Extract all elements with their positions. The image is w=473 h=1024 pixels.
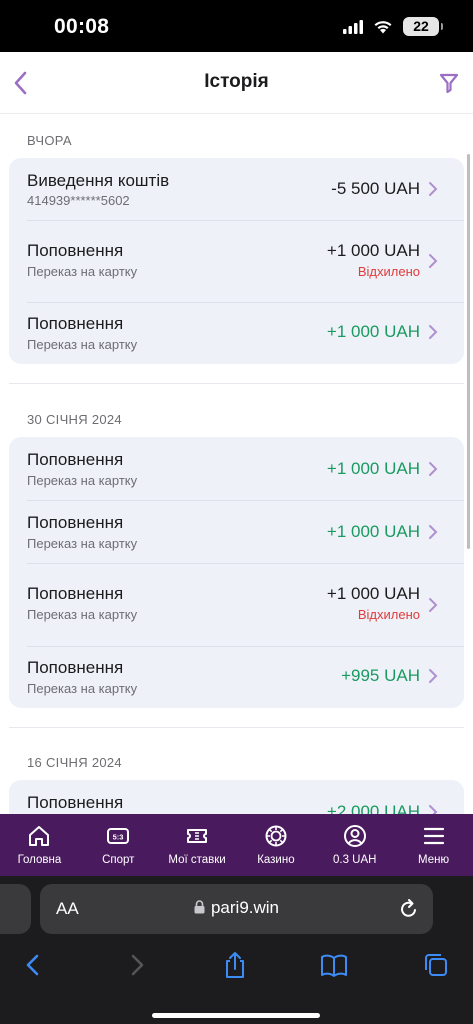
scrollbar[interactable]	[467, 154, 470, 549]
transaction-row[interactable]: Поповнення +2 000 UAH	[9, 780, 464, 814]
nav-label: Спорт	[102, 854, 135, 866]
svg-text:5:3: 5:3	[113, 833, 124, 842]
transaction-subtitle: Переказ на картку	[27, 473, 138, 488]
transaction-amount: -5 500 UAH	[331, 179, 420, 198]
nav-label: Головна	[17, 854, 62, 866]
transaction-row[interactable]: Поповнення Переказ на картку +995 UAH	[9, 646, 464, 708]
chevron-right-icon	[429, 325, 438, 339]
transaction-title: Поповнення	[27, 793, 124, 812]
transaction-row[interactable]: Поповнення Переказ на картку +1 000 UAH	[9, 302, 464, 364]
transaction-title: Виведення коштів	[27, 171, 170, 190]
bookmarks-icon[interactable]	[320, 950, 348, 980]
group-date: 30 СІЧНЯ 2024	[27, 412, 122, 427]
nav-label: Казино	[257, 854, 295, 866]
transaction-subtitle: Переказ на картку	[27, 264, 138, 279]
transaction-amount: +1 000 UAH	[326, 241, 420, 260]
transaction-status: Відхилено	[357, 264, 420, 279]
transaction-amount: +995 UAH	[341, 666, 420, 685]
status-icons: 22	[343, 17, 443, 36]
nav-item-menu[interactable]: Меню	[394, 814, 473, 876]
lock-icon	[194, 900, 205, 914]
previous-tab-preview[interactable]	[0, 884, 31, 934]
group-date: ВЧОРА	[27, 133, 72, 148]
transaction-subtitle: Переказ на картку	[27, 536, 138, 551]
transaction-group-card: Поповнення Переказ на картку +1 000 UAH …	[9, 437, 464, 708]
status-time: 00:08	[54, 15, 110, 38]
nav-bar: Історія	[0, 52, 473, 114]
transaction-subtitle: 414939******5602	[27, 193, 130, 208]
transaction-title: Поповнення	[27, 584, 124, 603]
transaction-amount: +1 000 UAH	[326, 322, 420, 341]
chevron-right-icon	[429, 462, 438, 476]
chevron-right-icon	[429, 525, 438, 539]
nav-label: Мої ставки	[168, 854, 226, 866]
page-title: Історія	[204, 71, 269, 92]
url-display[interactable]: pari9.win	[40, 898, 433, 918]
transaction-amount: +1 000 UAH	[326, 584, 420, 603]
nav-label: 0.3 UAH	[332, 854, 377, 866]
transaction-subtitle: Переказ на картку	[27, 337, 138, 352]
transaction-amount: +1 000 UAH	[326, 459, 420, 478]
url-text: pari9.win	[210, 898, 280, 917]
group-date: 16 СІЧНЯ 2024	[27, 755, 122, 770]
address-bar[interactable]: AA pari9.win	[40, 884, 433, 934]
transaction-title: Поповнення	[27, 513, 124, 532]
chevron-right-icon	[429, 669, 438, 683]
home-indicator	[152, 1013, 320, 1018]
nav-item-sport[interactable]: 5:3 Спорт	[79, 814, 158, 876]
scoreboard-icon: 5:3	[107, 828, 130, 844]
tabs-icon[interactable]	[421, 950, 449, 980]
reload-icon[interactable]	[399, 898, 419, 920]
app-screen: Історія ВЧОРА Виведення коштів 414939***…	[0, 52, 473, 814]
filter-icon[interactable]	[439, 72, 459, 94]
transaction-row[interactable]: Поповнення Переказ на картку +1 000 UAH	[9, 500, 464, 563]
status-bar: 00:08 22	[0, 0, 473, 52]
section-divider	[9, 727, 464, 728]
nav-label: Меню	[418, 854, 450, 866]
chevron-right-icon	[429, 254, 438, 268]
transaction-subtitle: Переказ на картку	[27, 681, 138, 696]
casino-chip-icon	[265, 825, 287, 847]
transaction-row[interactable]: Поповнення Переказ на картку +1 000 UAH …	[9, 563, 464, 646]
share-icon[interactable]	[221, 950, 249, 980]
menu-icon	[423, 827, 444, 845]
home-icon	[29, 826, 50, 846]
transaction-status: Відхилено	[357, 607, 420, 622]
transaction-row[interactable]: Поповнення Переказ на картку +1 000 UAH	[9, 437, 464, 500]
nav-item-my-bets[interactable]: Мої ставки	[158, 814, 237, 876]
nav-item-casino[interactable]: Казино	[236, 814, 315, 876]
transaction-title: Поповнення	[27, 314, 124, 333]
history-list[interactable]: ВЧОРА Виведення коштів 414939******5602 …	[0, 114, 473, 814]
wifi-icon	[374, 21, 392, 34]
chevron-right-icon	[429, 598, 438, 612]
transaction-amount: +1 000 UAH	[326, 522, 420, 541]
transaction-group-card: Поповнення +2 000 UAH	[9, 780, 464, 814]
nav-item-account[interactable]: 0.3 UAH	[315, 814, 394, 876]
chevron-right-icon	[429, 805, 438, 814]
transaction-row[interactable]: Виведення коштів 414939******5602 -5 500…	[9, 158, 464, 220]
nav-item-home[interactable]: Головна	[0, 814, 79, 876]
browser-toolbar	[0, 946, 473, 986]
bottom-nav: Головна 5:3 Спорт Мої ставки Казино 0.3 …	[0, 814, 473, 876]
transaction-title: Поповнення	[27, 450, 124, 469]
transaction-group-card: Виведення коштів 414939******5602 -5 500…	[9, 158, 464, 364]
forward-icon[interactable]	[122, 950, 150, 980]
transaction-row[interactable]: Поповнення Переказ на картку +1 000 UAH …	[9, 220, 464, 302]
transaction-amount: +2 000 UAH	[326, 802, 420, 814]
transaction-subtitle: Переказ на картку	[27, 607, 138, 622]
battery-indicator: 22	[403, 17, 443, 36]
back-icon[interactable]	[20, 950, 48, 980]
account-icon	[343, 825, 366, 847]
transaction-title: Поповнення	[27, 241, 124, 260]
ticket-icon	[187, 829, 208, 843]
signal-icon	[343, 19, 363, 34]
browser-chrome: AA pari9.win	[0, 876, 473, 1024]
chevron-right-icon	[429, 182, 438, 196]
transaction-title: Поповнення	[27, 658, 124, 677]
section-divider	[9, 383, 464, 384]
